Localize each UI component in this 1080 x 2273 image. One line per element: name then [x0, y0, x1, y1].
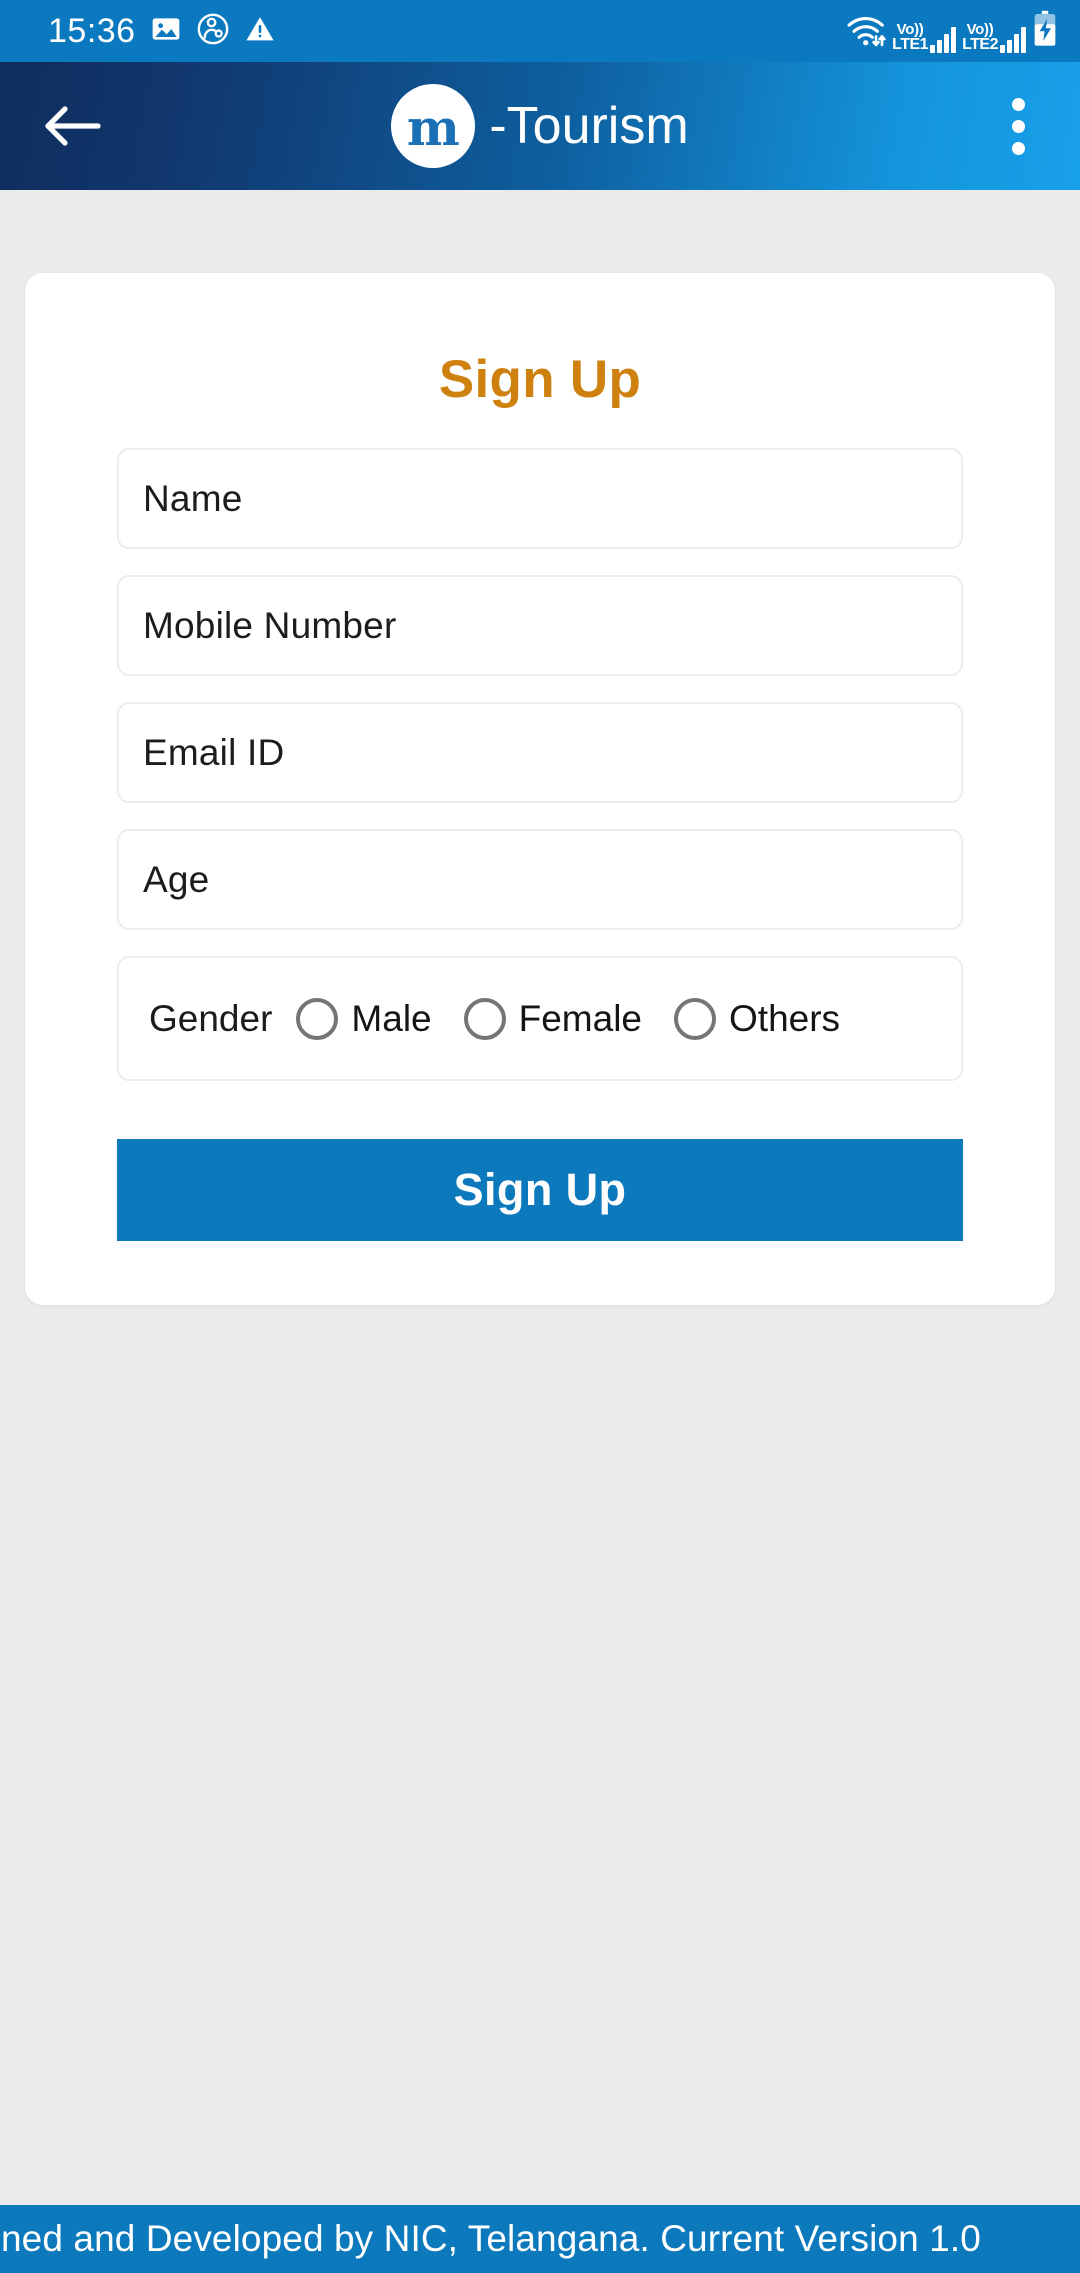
battery-charging-icon [1032, 10, 1058, 53]
radio-unchecked-icon[interactable] [296, 997, 339, 1040]
page-title: Sign Up [438, 350, 642, 409]
volte2-bottom-label: LTE2 [962, 35, 998, 53]
radio-unchecked-icon[interactable] [463, 997, 506, 1040]
mother-child-icon [196, 12, 230, 51]
gender-option-male-label: Male [351, 997, 432, 1039]
mobile-number-field-placeholder: Mobile Number [143, 604, 397, 646]
sign-up-button[interactable]: Sign Up [117, 1139, 963, 1241]
footer-credit-text: igned and Developed by NIC, Telangana. C… [0, 2218, 981, 2259]
gender-label: Gender [149, 997, 273, 1039]
signal-bars-2-icon [1000, 26, 1026, 53]
name-field[interactable]: Name [117, 448, 963, 549]
status-clock: 15:36 [48, 12, 136, 50]
name-field-placeholder: Name [143, 477, 243, 519]
status-bar-left: 15:36 [48, 12, 276, 51]
gender-option-male[interactable]: Male [296, 997, 432, 1040]
gender-option-female[interactable]: Female [463, 997, 643, 1040]
age-field-placeholder: Age [143, 858, 210, 900]
signal-bars-1-icon [930, 26, 957, 53]
volte1-badge: Vo)) LTE1 [892, 22, 928, 53]
page-content: Sign Up Name Mobile Number Email ID Age … [0, 190, 1080, 2205]
status-bar-right: Vo)) LTE1 Vo)) LTE2 [846, 10, 1058, 53]
gender-option-others[interactable]: Others [674, 997, 841, 1040]
email-id-field[interactable]: Email ID [117, 702, 963, 803]
email-id-field-placeholder: Email ID [143, 731, 285, 773]
wifi-data-icon [846, 14, 886, 53]
volte2-icon: Vo)) LTE2 [962, 22, 1026, 53]
signup-card: Sign Up Name Mobile Number Email ID Age … [25, 273, 1055, 1305]
warning-triangle-icon [244, 13, 276, 50]
overflow-menu-icon[interactable] [986, 84, 1050, 168]
sign-up-button-label: Sign Up [453, 1164, 627, 1215]
logo-letter: m [406, 98, 460, 157]
volte1-icon: Vo)) LTE1 [892, 22, 957, 53]
gender-option-others-label: Others [729, 997, 841, 1039]
age-field[interactable]: Age [117, 829, 963, 930]
status-bar: 15:36 Vo)) LTE1 Vo)) LTE2 [0, 0, 1080, 62]
app-bar: m -Tourism [0, 62, 1080, 190]
footer-bar: igned and Developed by NIC, Telangana. C… [0, 2205, 1080, 2273]
app-brand: m -Tourism [0, 84, 1080, 168]
gender-selector: Gender Male Female Others [117, 956, 963, 1081]
mobile-number-field[interactable]: Mobile Number [117, 575, 963, 676]
gender-option-female-label: Female [518, 997, 643, 1039]
volte2-top-label: Vo)) [966, 20, 994, 38]
radio-unchecked-icon[interactable] [674, 997, 717, 1040]
volte2-badge: Vo)) LTE2 [962, 22, 998, 53]
image-icon [150, 13, 182, 50]
app-title: -Tourism [489, 97, 689, 155]
app-screen: 15:36 Vo)) LTE1 Vo)) LTE2 m -Tourism Sig… [0, 0, 1080, 2273]
back-button[interactable] [34, 88, 110, 164]
volte1-bottom-label: LTE1 [892, 35, 929, 53]
m-tourism-logo-icon: m [391, 84, 476, 168]
volte1-top-label: Vo)) [896, 20, 924, 38]
